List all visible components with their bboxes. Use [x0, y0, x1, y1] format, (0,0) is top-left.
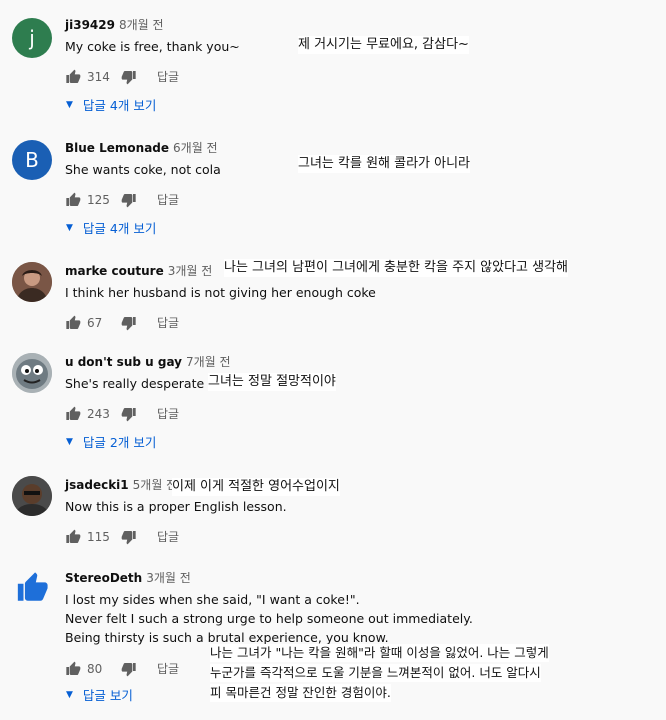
like-count: 125	[87, 192, 110, 207]
translation-caption: 나는 그녀의 남편이 그녀에게 충분한 칵을 주지 않았다고 생각해	[224, 259, 569, 277]
comment-header: marke couture 3개월 전	[65, 262, 212, 279]
reply-button[interactable]: 답글	[157, 314, 179, 331]
comment-actions: 243 답글	[65, 405, 179, 422]
like-count: 115	[87, 529, 110, 544]
comment-text: Now this is a proper English lesson.	[65, 499, 287, 514]
thumbs-up-icon[interactable]	[65, 69, 81, 85]
author-name[interactable]: marke couture	[65, 264, 164, 278]
view-replies-button[interactable]: ▼ 답글 2개 보기	[66, 432, 156, 451]
reply-button[interactable]: 답글	[157, 191, 179, 208]
avatar[interactable]	[12, 476, 52, 516]
thumbs-up-icon[interactable]	[65, 406, 81, 422]
comment-text: She's really desperate	[65, 376, 205, 391]
comment-actions: 67 답글	[65, 314, 179, 331]
comment-text-line: Never felt I such a strong urge to help …	[65, 611, 473, 626]
translation-caption-line: 누군가를 즉각적으로 도울 기분을 느껴본적이 없어. 너도 알다시	[210, 664, 541, 682]
view-replies-label: 답글 4개 보기	[82, 98, 157, 113]
comment-time[interactable]: 3개월 전	[146, 571, 191, 585]
thumbs-down-icon[interactable]	[121, 529, 137, 545]
comment-text-line: I lost my sides when she said, "I want a…	[65, 592, 360, 607]
comment-header: jsadecki1 5개월 전	[65, 476, 177, 493]
view-replies-button[interactable]: ▼ 답글 4개 보기	[66, 95, 156, 114]
thumbs-down-icon[interactable]	[121, 192, 137, 208]
view-replies-label: 답글 보기	[82, 688, 133, 703]
like-count: 243	[87, 406, 110, 421]
author-name[interactable]: ji39429	[65, 18, 115, 32]
caret-down-icon: ▼	[66, 99, 73, 110]
comment-text: My coke is free, thank you~	[65, 39, 240, 54]
avatar[interactable]	[12, 353, 52, 393]
view-replies-button[interactable]: ▼ 답글 보기	[66, 685, 133, 704]
thumbs-up-icon[interactable]	[65, 192, 81, 208]
like-count: 80	[87, 661, 103, 676]
comment-time[interactable]: 7개월 전	[186, 355, 231, 369]
like-count: 67	[87, 315, 103, 330]
comment-time[interactable]: 3개월 전	[168, 264, 213, 278]
avatar[interactable]: B	[12, 140, 52, 180]
comment-actions: 125 답글	[65, 191, 179, 208]
avatar[interactable]	[12, 262, 52, 302]
thumbs-down-icon[interactable]	[121, 661, 137, 677]
caret-down-icon: ▼	[66, 222, 73, 233]
thumbs-down-icon[interactable]	[121, 406, 137, 422]
comment-time[interactable]: 6개월 전	[173, 141, 218, 155]
comment-actions: 115 답글	[65, 528, 179, 545]
view-replies-button[interactable]: ▼ 답글 4개 보기	[66, 218, 156, 237]
thumbs-down-icon[interactable]	[121, 69, 137, 85]
author-name[interactable]: jsadecki1	[65, 478, 129, 492]
comment-header: u don't sub u gay 7개월 전	[65, 353, 231, 370]
author-name[interactable]: Blue Lemonade	[65, 141, 169, 155]
translation-caption-line: 나는 그녀가 "나는 칵을 원해"라 할때 이성을 잃었어. 나는 그렇게	[210, 644, 549, 662]
translation-caption: 제 거시기는 무료에요, 감삼다~	[298, 36, 469, 54]
translation-caption: 이제 이게 적절한 영어수업이지	[172, 478, 340, 496]
comment-header: StereoDeth 3개월 전	[65, 569, 191, 586]
comment-time[interactable]: 5개월 전	[133, 478, 178, 492]
caret-down-icon: ▼	[66, 436, 73, 447]
view-replies-label: 답글 2개 보기	[82, 435, 157, 450]
author-name[interactable]: u don't sub u gay	[65, 355, 182, 369]
comment-text: I think her husband is not giving her en…	[65, 285, 376, 300]
translation-caption: 그녀는 칵를 원해 콜라가 아니라	[298, 155, 471, 173]
reply-button[interactable]: 답글	[157, 528, 179, 545]
avatar[interactable]: j	[12, 18, 52, 58]
view-replies-label: 답글 4개 보기	[82, 221, 157, 236]
translation-caption: 그녀는 정말 절망적이야	[208, 373, 336, 391]
comment-actions: 80 답글	[65, 660, 179, 677]
reply-button[interactable]: 답글	[157, 405, 179, 422]
translation-caption-line: 피 목마른건 정말 잔인한 경험이야.	[210, 684, 391, 702]
author-name[interactable]: StereoDeth	[65, 571, 142, 585]
comment-header: ji39429 8개월 전	[65, 16, 164, 33]
comment-text: She wants coke, not cola	[65, 162, 221, 177]
caret-down-icon: ▼	[66, 689, 73, 700]
reply-button[interactable]: 답글	[157, 660, 179, 677]
thumbs-up-icon[interactable]	[65, 315, 81, 331]
thumbs-up-avatar-icon	[17, 572, 48, 601]
like-count: 314	[87, 69, 110, 84]
avatar[interactable]	[12, 568, 52, 608]
reply-button[interactable]: 답글	[157, 68, 179, 85]
comment-actions: 314 답글	[65, 68, 179, 85]
thumbs-down-icon[interactable]	[121, 315, 137, 331]
comment-header: Blue Lemonade 6개월 전	[65, 139, 218, 156]
thumbs-up-icon[interactable]	[65, 661, 81, 677]
thumbs-up-icon[interactable]	[65, 529, 81, 545]
comment-time[interactable]: 8개월 전	[119, 18, 164, 32]
